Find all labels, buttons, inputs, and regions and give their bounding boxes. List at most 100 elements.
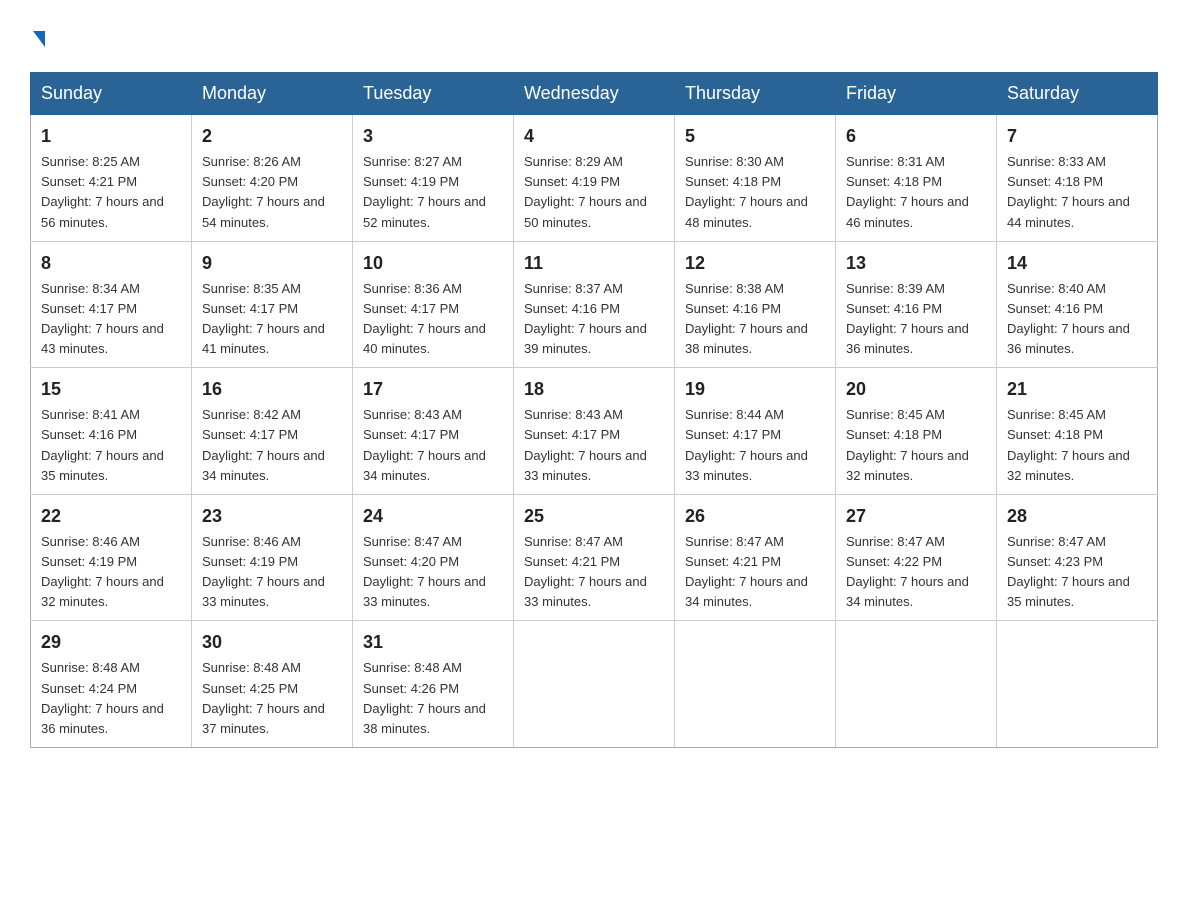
calendar-cell	[514, 621, 675, 748]
calendar-week-row: 15Sunrise: 8:41 AMSunset: 4:16 PMDayligh…	[31, 368, 1158, 495]
weekday-header-wednesday: Wednesday	[514, 73, 675, 115]
weekday-header-tuesday: Tuesday	[353, 73, 514, 115]
weekday-header-row: SundayMondayTuesdayWednesdayThursdayFrid…	[31, 73, 1158, 115]
day-number: 15	[41, 376, 181, 403]
day-number: 4	[524, 123, 664, 150]
day-info: Sunrise: 8:43 AMSunset: 4:17 PMDaylight:…	[524, 405, 664, 486]
day-number: 3	[363, 123, 503, 150]
day-info: Sunrise: 8:40 AMSunset: 4:16 PMDaylight:…	[1007, 279, 1147, 360]
calendar-cell: 2Sunrise: 8:26 AMSunset: 4:20 PMDaylight…	[192, 115, 353, 242]
day-info: Sunrise: 8:46 AMSunset: 4:19 PMDaylight:…	[41, 532, 181, 613]
day-info: Sunrise: 8:48 AMSunset: 4:24 PMDaylight:…	[41, 658, 181, 739]
calendar-cell: 7Sunrise: 8:33 AMSunset: 4:18 PMDaylight…	[997, 115, 1158, 242]
calendar-cell: 26Sunrise: 8:47 AMSunset: 4:21 PMDayligh…	[675, 494, 836, 621]
day-info: Sunrise: 8:30 AMSunset: 4:18 PMDaylight:…	[685, 152, 825, 233]
day-number: 1	[41, 123, 181, 150]
calendar-cell: 10Sunrise: 8:36 AMSunset: 4:17 PMDayligh…	[353, 241, 514, 368]
page-header	[30, 20, 1158, 52]
calendar-cell: 31Sunrise: 8:48 AMSunset: 4:26 PMDayligh…	[353, 621, 514, 748]
day-number: 25	[524, 503, 664, 530]
calendar-cell	[675, 621, 836, 748]
day-info: Sunrise: 8:33 AMSunset: 4:18 PMDaylight:…	[1007, 152, 1147, 233]
day-info: Sunrise: 8:31 AMSunset: 4:18 PMDaylight:…	[846, 152, 986, 233]
logo-arrow-icon	[33, 31, 45, 47]
day-info: Sunrise: 8:48 AMSunset: 4:26 PMDaylight:…	[363, 658, 503, 739]
calendar-cell: 27Sunrise: 8:47 AMSunset: 4:22 PMDayligh…	[836, 494, 997, 621]
calendar-cell: 22Sunrise: 8:46 AMSunset: 4:19 PMDayligh…	[31, 494, 192, 621]
calendar-cell: 15Sunrise: 8:41 AMSunset: 4:16 PMDayligh…	[31, 368, 192, 495]
weekday-header-thursday: Thursday	[675, 73, 836, 115]
day-info: Sunrise: 8:25 AMSunset: 4:21 PMDaylight:…	[41, 152, 181, 233]
day-info: Sunrise: 8:36 AMSunset: 4:17 PMDaylight:…	[363, 279, 503, 360]
calendar-cell: 21Sunrise: 8:45 AMSunset: 4:18 PMDayligh…	[997, 368, 1158, 495]
day-info: Sunrise: 8:47 AMSunset: 4:21 PMDaylight:…	[685, 532, 825, 613]
day-number: 30	[202, 629, 342, 656]
day-info: Sunrise: 8:45 AMSunset: 4:18 PMDaylight:…	[1007, 405, 1147, 486]
calendar-week-row: 22Sunrise: 8:46 AMSunset: 4:19 PMDayligh…	[31, 494, 1158, 621]
day-info: Sunrise: 8:29 AMSunset: 4:19 PMDaylight:…	[524, 152, 664, 233]
day-number: 22	[41, 503, 181, 530]
day-info: Sunrise: 8:43 AMSunset: 4:17 PMDaylight:…	[363, 405, 503, 486]
day-number: 29	[41, 629, 181, 656]
day-number: 17	[363, 376, 503, 403]
day-number: 12	[685, 250, 825, 277]
calendar-cell: 30Sunrise: 8:48 AMSunset: 4:25 PMDayligh…	[192, 621, 353, 748]
day-number: 13	[846, 250, 986, 277]
day-info: Sunrise: 8:44 AMSunset: 4:17 PMDaylight:…	[685, 405, 825, 486]
calendar-cell: 24Sunrise: 8:47 AMSunset: 4:20 PMDayligh…	[353, 494, 514, 621]
day-info: Sunrise: 8:34 AMSunset: 4:17 PMDaylight:…	[41, 279, 181, 360]
day-number: 23	[202, 503, 342, 530]
calendar-cell: 18Sunrise: 8:43 AMSunset: 4:17 PMDayligh…	[514, 368, 675, 495]
calendar-cell: 11Sunrise: 8:37 AMSunset: 4:16 PMDayligh…	[514, 241, 675, 368]
day-number: 7	[1007, 123, 1147, 150]
day-number: 21	[1007, 376, 1147, 403]
day-info: Sunrise: 8:41 AMSunset: 4:16 PMDaylight:…	[41, 405, 181, 486]
calendar-cell: 23Sunrise: 8:46 AMSunset: 4:19 PMDayligh…	[192, 494, 353, 621]
day-info: Sunrise: 8:48 AMSunset: 4:25 PMDaylight:…	[202, 658, 342, 739]
calendar-cell: 19Sunrise: 8:44 AMSunset: 4:17 PMDayligh…	[675, 368, 836, 495]
calendar-cell: 3Sunrise: 8:27 AMSunset: 4:19 PMDaylight…	[353, 115, 514, 242]
calendar-cell: 25Sunrise: 8:47 AMSunset: 4:21 PMDayligh…	[514, 494, 675, 621]
day-info: Sunrise: 8:39 AMSunset: 4:16 PMDaylight:…	[846, 279, 986, 360]
day-number: 14	[1007, 250, 1147, 277]
day-info: Sunrise: 8:45 AMSunset: 4:18 PMDaylight:…	[846, 405, 986, 486]
day-number: 20	[846, 376, 986, 403]
weekday-header-friday: Friday	[836, 73, 997, 115]
calendar-cell: 12Sunrise: 8:38 AMSunset: 4:16 PMDayligh…	[675, 241, 836, 368]
day-number: 2	[202, 123, 342, 150]
day-number: 24	[363, 503, 503, 530]
calendar-week-row: 8Sunrise: 8:34 AMSunset: 4:17 PMDaylight…	[31, 241, 1158, 368]
day-number: 26	[685, 503, 825, 530]
day-number: 31	[363, 629, 503, 656]
day-number: 11	[524, 250, 664, 277]
calendar-cell: 17Sunrise: 8:43 AMSunset: 4:17 PMDayligh…	[353, 368, 514, 495]
calendar-cell: 20Sunrise: 8:45 AMSunset: 4:18 PMDayligh…	[836, 368, 997, 495]
calendar-cell	[997, 621, 1158, 748]
day-info: Sunrise: 8:27 AMSunset: 4:19 PMDaylight:…	[363, 152, 503, 233]
calendar-cell: 8Sunrise: 8:34 AMSunset: 4:17 PMDaylight…	[31, 241, 192, 368]
calendar-table: SundayMondayTuesdayWednesdayThursdayFrid…	[30, 72, 1158, 748]
calendar-cell: 28Sunrise: 8:47 AMSunset: 4:23 PMDayligh…	[997, 494, 1158, 621]
day-info: Sunrise: 8:46 AMSunset: 4:19 PMDaylight:…	[202, 532, 342, 613]
day-info: Sunrise: 8:47 AMSunset: 4:21 PMDaylight:…	[524, 532, 664, 613]
weekday-header-monday: Monday	[192, 73, 353, 115]
day-number: 9	[202, 250, 342, 277]
calendar-cell: 14Sunrise: 8:40 AMSunset: 4:16 PMDayligh…	[997, 241, 1158, 368]
calendar-cell: 16Sunrise: 8:42 AMSunset: 4:17 PMDayligh…	[192, 368, 353, 495]
weekday-header-sunday: Sunday	[31, 73, 192, 115]
day-info: Sunrise: 8:26 AMSunset: 4:20 PMDaylight:…	[202, 152, 342, 233]
day-number: 5	[685, 123, 825, 150]
day-number: 28	[1007, 503, 1147, 530]
calendar-cell	[836, 621, 997, 748]
day-number: 8	[41, 250, 181, 277]
calendar-week-row: 29Sunrise: 8:48 AMSunset: 4:24 PMDayligh…	[31, 621, 1158, 748]
calendar-cell: 4Sunrise: 8:29 AMSunset: 4:19 PMDaylight…	[514, 115, 675, 242]
day-number: 16	[202, 376, 342, 403]
calendar-cell: 13Sunrise: 8:39 AMSunset: 4:16 PMDayligh…	[836, 241, 997, 368]
weekday-header-saturday: Saturday	[997, 73, 1158, 115]
day-number: 27	[846, 503, 986, 530]
calendar-cell: 9Sunrise: 8:35 AMSunset: 4:17 PMDaylight…	[192, 241, 353, 368]
calendar-cell: 1Sunrise: 8:25 AMSunset: 4:21 PMDaylight…	[31, 115, 192, 242]
day-info: Sunrise: 8:35 AMSunset: 4:17 PMDaylight:…	[202, 279, 342, 360]
calendar-week-row: 1Sunrise: 8:25 AMSunset: 4:21 PMDaylight…	[31, 115, 1158, 242]
